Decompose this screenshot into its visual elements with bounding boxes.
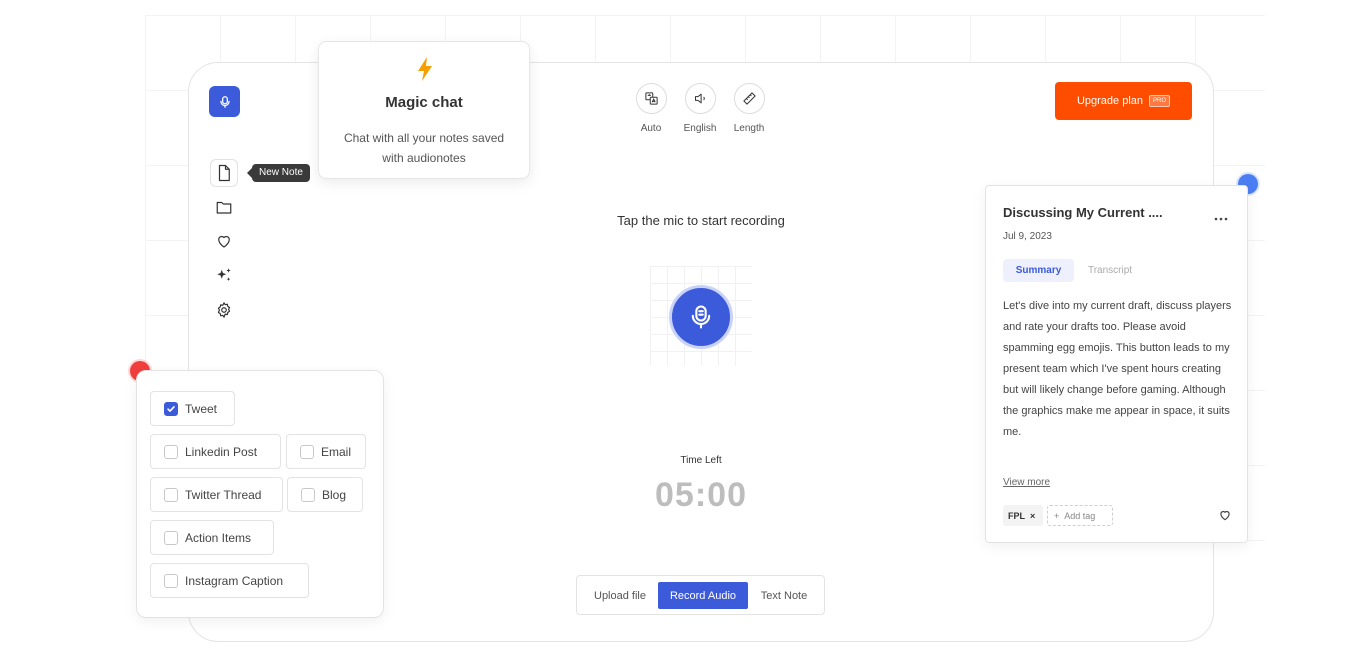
sidebar-item-new-note[interactable] [210,159,238,187]
upgrade-label: Upgrade plan [1076,95,1144,107]
magic-chat-card[interactable]: Magic chat Chat with all your notes save… [318,41,530,179]
sidebar-item-magic[interactable] [210,261,238,289]
format-email[interactable]: Email [286,434,366,469]
heart-icon [218,235,230,248]
check-icon [167,405,175,412]
lightning-icon [418,57,432,81]
sidebar-item-folders[interactable] [210,193,238,221]
more-options-icon[interactable] [1214,216,1228,222]
view-more-link[interactable]: View more [1003,477,1050,488]
speaker-icon [694,93,705,104]
output-formats-card: Tweet Linkedin Post Email Twitter Thread… [136,370,384,618]
time-left-label: Time Left [680,455,722,466]
tag-chip[interactable]: FPL × [1003,505,1043,526]
format-label: Email [321,444,352,459]
sidebar-item-favorites[interactable] [210,227,238,255]
length-circle [733,83,765,114]
document-icon [218,164,230,182]
sparkles-icon [217,268,231,281]
checkbox [301,487,315,502]
input-mode-switcher: Upload file Record Audio Text Note [576,575,825,615]
note-body: Let's dive into my current draft, discus… [1003,300,1232,438]
remove-tag-icon[interactable]: × [1030,511,1035,521]
format-label: Twitter Thread [185,487,262,502]
format-label: Instagram Caption [185,573,284,588]
translate-icon [644,92,658,105]
magic-chat-title: Magic chat [385,94,463,111]
record-mic-button[interactable] [669,285,733,349]
note-card[interactable]: Discussing My Current .... Jul 9, 2023 S… [985,185,1248,543]
timer-display: 05:00 [655,476,747,514]
new-note-tooltip: New Note [247,164,310,182]
checkbox [164,487,178,502]
magic-chat-description: Chat with all your notes saved with audi… [343,131,505,165]
tab-transcript[interactable]: Transcript [1078,259,1142,282]
add-tag-button[interactable]: + Add tag [1047,505,1113,526]
format-tweet[interactable]: Tweet [150,391,235,426]
mode-upload-file[interactable]: Upload file [583,582,657,609]
pro-badge: PRO [1149,95,1171,107]
checkbox [164,530,178,545]
format-linkedin-post[interactable]: Linkedin Post [150,434,281,469]
mode-text-note[interactable]: Text Note [749,582,819,609]
format-label: Tweet [185,401,218,416]
folder-icon [216,201,232,214]
add-tag-label: Add tag [1064,510,1096,521]
note-date: Jul 9, 2023 [1003,231,1052,242]
tab-summary[interactable]: Summary [1003,259,1074,282]
microphone-icon [219,95,230,108]
tag-label: FPL [1008,510,1025,521]
format-instagram-caption[interactable]: Instagram Caption [150,563,309,598]
microphone-icon [691,305,711,329]
format-blog[interactable]: Blog [287,477,363,512]
checkbox [164,573,178,588]
checkbox-checked [164,401,178,416]
length-label: Length [733,123,765,134]
heart-icon[interactable] [1218,508,1232,522]
upgrade-plan-button[interactable]: Upgrade plan PRO [1055,82,1192,120]
length-button[interactable]: Length [719,83,779,134]
record-prompt: Tap the mic to start recording [617,213,785,228]
note-title: Discussing My Current .... [1003,205,1163,220]
ruler-icon [742,92,756,105]
plus-icon: + [1054,510,1060,521]
checkbox [164,444,178,459]
english-circle [684,83,716,114]
gear-icon [217,302,231,318]
format-label: Linkedin Post [185,444,258,459]
format-label: Action Items [185,530,252,545]
sidebar-item-settings[interactable] [210,296,238,324]
mode-record-audio[interactable]: Record Audio [658,582,748,609]
app-logo[interactable] [209,86,240,117]
format-twitter-thread[interactable]: Twitter Thread [150,477,283,512]
auto-circle [635,83,667,114]
format-label: Blog [322,487,347,502]
checkbox [300,444,314,459]
stage: New Note Magic chat Chat with all your n… [0,0,1362,651]
format-action-items[interactable]: Action Items [150,520,274,555]
